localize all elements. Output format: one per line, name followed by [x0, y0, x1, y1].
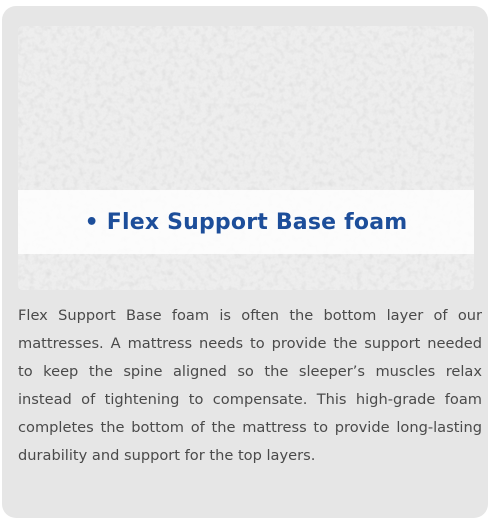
- title-band: • Flex Support Base foam: [18, 190, 474, 254]
- feature-card: • Flex Support Base foam Flex Support Ba…: [2, 6, 488, 518]
- foam-texture-image: • Flex Support Base foam: [18, 26, 474, 290]
- bullet-glyph: •: [84, 209, 107, 235]
- feature-title-text: Flex Support Base foam: [106, 209, 408, 235]
- feature-title: • Flex Support Base foam: [85, 210, 408, 235]
- feature-description: Flex Support Base foam is often the bott…: [18, 307, 482, 464]
